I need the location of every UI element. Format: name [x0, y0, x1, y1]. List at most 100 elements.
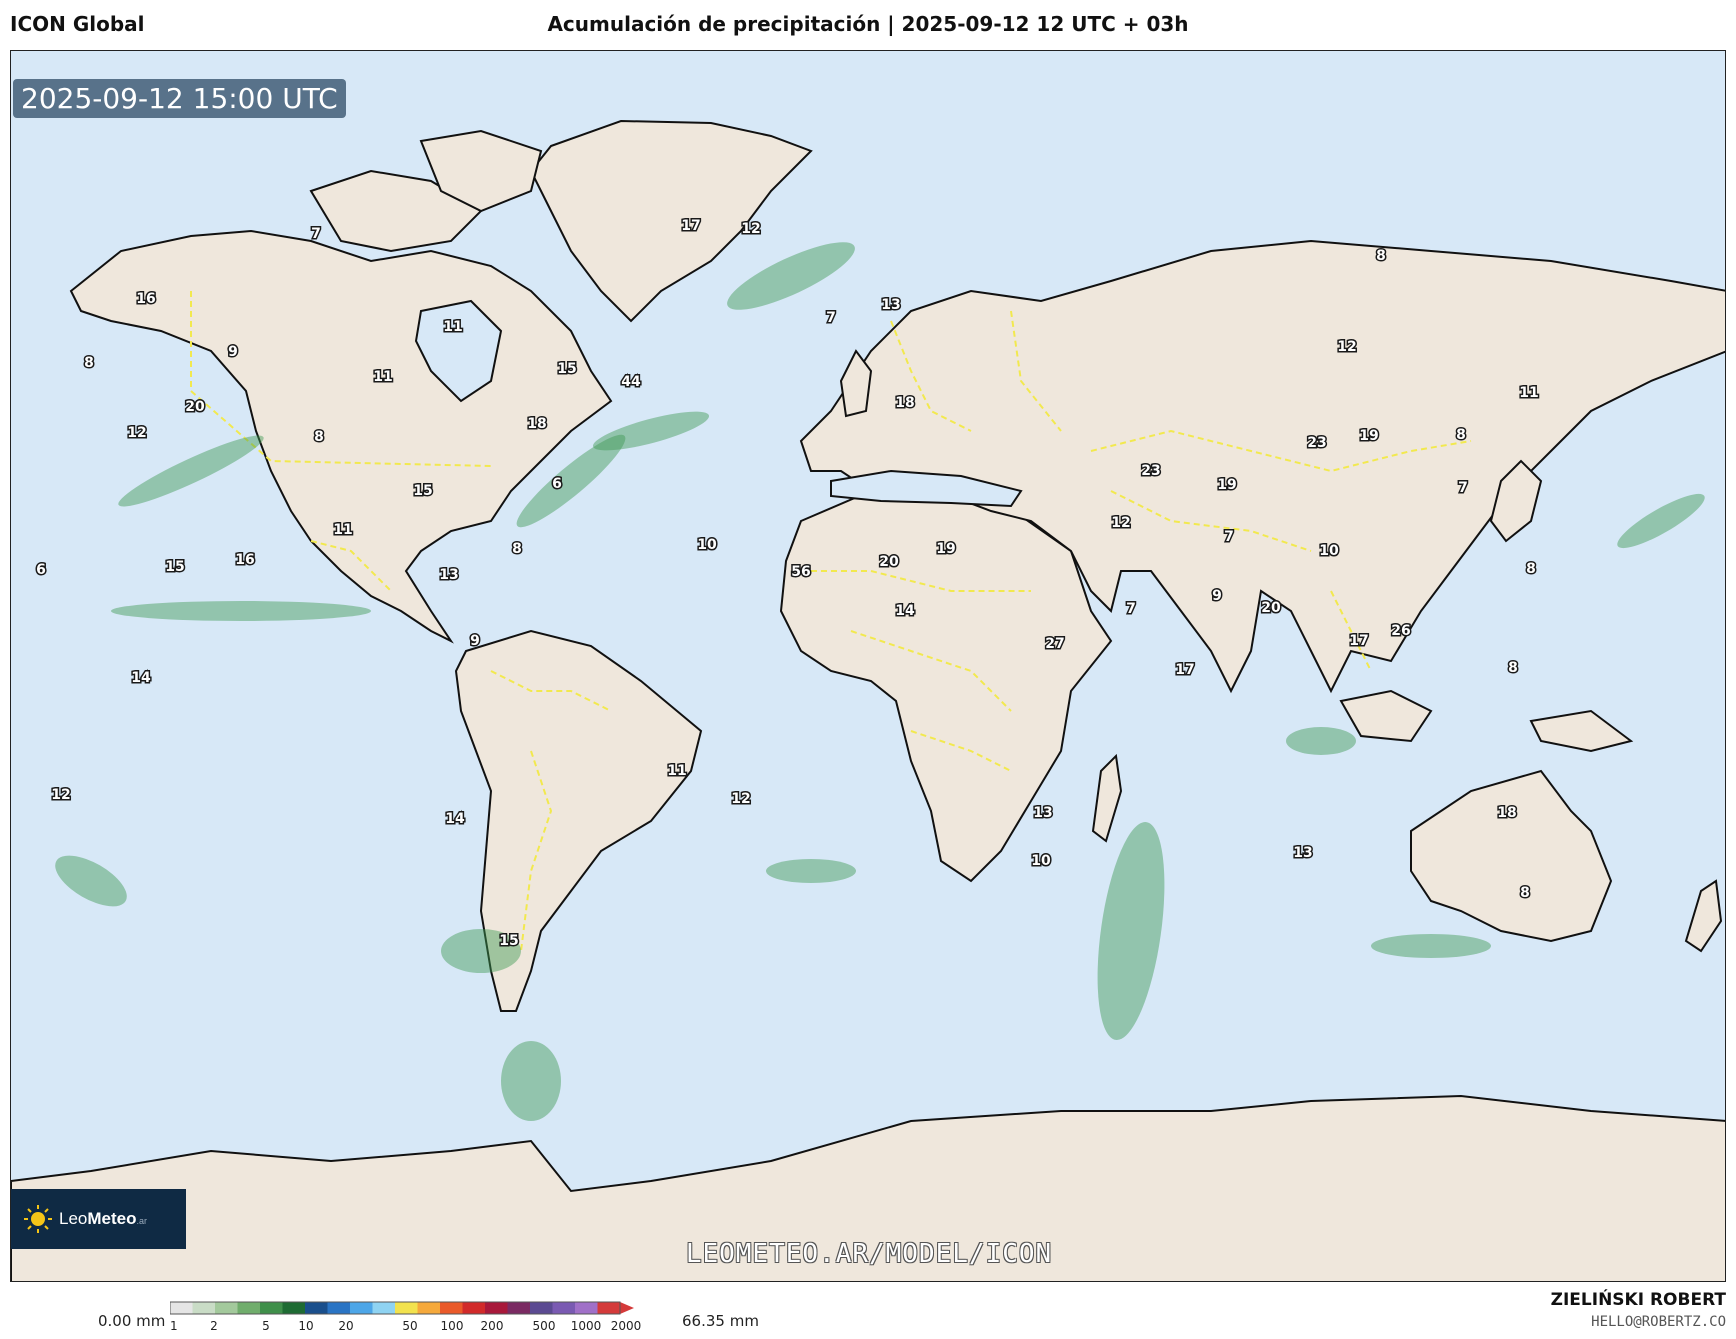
precipitation-value-label: 16 [235, 552, 254, 568]
precipitation-value-label: 14 [131, 670, 151, 686]
precipitation-value-label: 20 [1261, 600, 1281, 616]
precipitation-value-label: 11 [373, 369, 392, 385]
precipitation-value-label: 12 [1337, 339, 1356, 355]
site-watermark[interactable]: LEOMETEO.AR/MODEL/ICON [11, 1239, 1725, 1269]
legend-color-segment [260, 1302, 283, 1314]
precipitation-value-label: 8 [314, 429, 324, 445]
precipitation-value-label: 13 [1033, 805, 1052, 821]
legend-tick-label: 100 [441, 1319, 464, 1333]
precipitation-value-label: 11 [443, 319, 462, 335]
legend-tick-label: 1 [170, 1319, 178, 1333]
precipitation-value-label: 8 [1376, 248, 1386, 264]
precipitation-value-label: 10 [1319, 543, 1339, 559]
precipitation-value-label: 12 [731, 791, 750, 807]
precipitation-value-label: 18 [895, 395, 914, 411]
precipitation-value-label: 7 [1224, 529, 1234, 545]
precipitation-value-label: 15 [413, 483, 432, 499]
legend-color-segment [192, 1302, 216, 1314]
legend-color-segment [575, 1302, 598, 1314]
legend-color-segment [417, 1302, 441, 1314]
precipitation-value-label: 12 [51, 787, 70, 803]
precipitation-value-label: 7 [311, 226, 321, 242]
author-email[interactable]: HELLO@ROBERTZ.CO [1591, 1314, 1726, 1330]
precipitation-value-label: 13 [439, 567, 458, 583]
landmass-new-guinea [1529, 709, 1634, 753]
logo-name-light: Leo [59, 1209, 88, 1228]
legend-tick-label: 2000 [611, 1319, 642, 1333]
precipitation-value-label: 8 [1520, 885, 1530, 901]
precipitation-value-label: 19 [936, 541, 955, 557]
legend-tick-label: 10 [298, 1319, 313, 1333]
precipitation-value-label: 23 [1141, 463, 1160, 479]
precipitation-value-label: 8 [84, 355, 94, 371]
legend-color-segment [395, 1302, 418, 1314]
legend-color-segment [507, 1302, 531, 1314]
logo-wordmark: LeoMeteo.ar [59, 1209, 147, 1229]
map-canvas: 17 12 7 16 11 9 8 11 15 44 20 12 18 8 15 6 11 16 15 6 8 13 9 14… [11, 119, 1725, 1281]
precipitation-value-label: 14 [895, 603, 915, 619]
precipitation-value-label: 10 [1031, 853, 1051, 869]
valid-time-badge: 2025-09-12 15:00 UTC [13, 79, 346, 118]
precipitation-value-label: 23 [1307, 435, 1326, 451]
logo-name-bold: Meteo [87, 1209, 137, 1228]
legend-color-segment [530, 1302, 553, 1314]
legend-color-segment [305, 1302, 328, 1314]
precipitation-value-label: 18 [1497, 805, 1516, 821]
precipitation-value-label: 26 [1391, 623, 1410, 639]
legend-tick-label: 5 [262, 1319, 270, 1333]
precipitation-value-label: 13 [1293, 845, 1312, 861]
precipitation-value-label: 7 [1126, 601, 1136, 617]
precipitation-value-label: 11 [1519, 385, 1538, 401]
precipitation-value-label: 17 [681, 218, 700, 234]
precipitation-value-label: 8 [1526, 561, 1536, 577]
logo-suffix: .ar [136, 1216, 148, 1226]
legend-tick-label: 50 [402, 1319, 417, 1333]
legend-tick-label: 2 [210, 1319, 218, 1333]
precipitation-value-label: 15 [499, 933, 518, 949]
precipitation-value-label: 17 [1349, 633, 1368, 649]
legend-color-segment [215, 1302, 238, 1314]
precipitation-value-label: 15 [557, 361, 576, 377]
precipitation-value-label: 7 [1458, 480, 1468, 496]
legend-max-label: 66.35 mm [682, 1312, 759, 1330]
precipitation-value-label: 20 [879, 554, 899, 570]
precipitation-value-label: 56 [791, 564, 810, 580]
precipitation-value-label: 14 [445, 811, 465, 827]
legend-color-segment [552, 1302, 576, 1314]
precipitation-map[interactable]: 17 12 7 16 11 9 8 11 15 44 20 12 18 8 15 6 11 16 15 6 8 13 9 14… [10, 50, 1726, 1282]
landmass-new-zealand [1684, 879, 1723, 953]
precipitation-value-label: 27 [1045, 636, 1064, 652]
precipitation-value-label: 15 [165, 559, 184, 575]
legend-tick-label: 500 [533, 1319, 556, 1333]
legend-color-segment [597, 1302, 621, 1314]
legend-color-segment [237, 1302, 261, 1314]
precipitation-value-label: 12 [741, 221, 760, 237]
precipitation-value-label: 9 [470, 633, 480, 649]
precipitation-value-label: 9 [228, 344, 238, 360]
legend-min-label: 0.00 mm [98, 1312, 166, 1330]
precipitation-value-label: 7 [826, 310, 836, 326]
precipitation-value-label: 6 [552, 476, 562, 492]
map-title: Acumulación de precipitación | 2025-09-1… [547, 12, 1189, 36]
precipitation-value-label: 11 [667, 763, 686, 779]
color-scale-legend: 1 2 5 10 20 50 100 200 500 1000 2000 [170, 1301, 642, 1333]
landmass-indonesia [1339, 689, 1433, 743]
legend-color-segment [372, 1302, 396, 1314]
precipitation-value-label: 20 [185, 399, 205, 415]
legend-tick-label: 20 [338, 1319, 353, 1333]
precipitation-value-label: 13 [881, 297, 900, 313]
precipitation-value-label: 9 [1212, 588, 1222, 604]
precipitation-value-label: 18 [527, 416, 546, 432]
precipitation-value-label: 8 [1508, 660, 1518, 676]
legend-color-segment [170, 1302, 193, 1314]
precipitation-value-label: 11 [333, 522, 352, 538]
precipitation-value-label: 12 [1111, 515, 1130, 531]
precipitation-value-label: 10 [697, 537, 717, 553]
legend-color-segment [440, 1302, 463, 1314]
precipitation-value-label: 8 [512, 541, 522, 557]
legend-color-segment [350, 1302, 373, 1314]
landmass-madagascar [1091, 753, 1123, 843]
legend-color-segment [462, 1302, 486, 1314]
sun-icon [23, 1204, 53, 1234]
author-name: ZIELIŃSKI ROBERT [1550, 1290, 1726, 1310]
